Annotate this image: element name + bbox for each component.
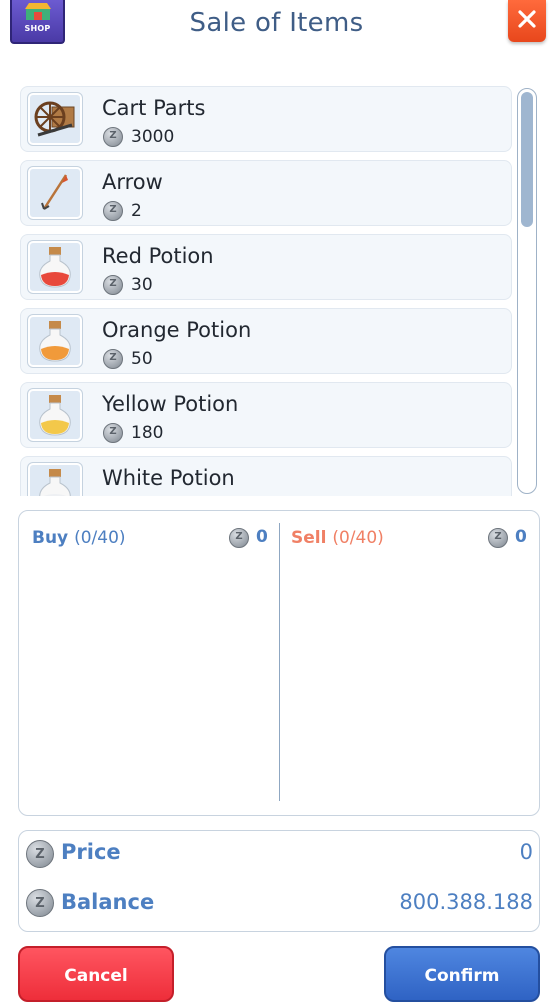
zeny-coin-icon [103, 423, 123, 443]
page-title: Sale of Items [189, 8, 364, 38]
item-list-scrollbar[interactable] [517, 88, 537, 494]
zeny-coin-icon [229, 528, 249, 548]
list-item[interactable]: Yellow Potion 180 [20, 382, 512, 448]
item-price: 180 [131, 423, 164, 443]
cancel-button[interactable]: Cancel [18, 946, 174, 1002]
item-price: 3000 [131, 127, 175, 147]
sell-count: (0/40) [332, 528, 384, 548]
price-value: 0 [519, 840, 533, 864]
confirm-button[interactable]: Confirm [384, 946, 540, 1002]
item-name: White Potion [102, 466, 235, 490]
red-potion-icon [28, 241, 82, 293]
list-item[interactable]: Arrow 2 [20, 160, 512, 226]
item-price: 30 [131, 275, 153, 295]
item-name: Yellow Potion [102, 392, 239, 416]
arrow-icon [28, 167, 82, 219]
item-price: 2 [131, 201, 142, 221]
list-item[interactable]: Red Potion 30 [20, 234, 512, 300]
sell-total: 0 [515, 527, 527, 547]
buy-total: 0 [256, 527, 268, 547]
item-price: 50 [131, 349, 153, 369]
zeny-coin-icon [103, 349, 123, 369]
zeny-coin-icon [103, 275, 123, 295]
balance-value: 800.388.188 [399, 890, 533, 914]
white-potion-icon [28, 463, 82, 496]
item-name: Arrow [102, 170, 163, 194]
item-name: Orange Potion [102, 318, 252, 342]
zeny-coin-icon [26, 889, 54, 917]
cart-parts-icon [28, 93, 82, 145]
close-button[interactable] [508, 0, 546, 42]
list-item[interactable]: Cart Parts 3000 [20, 86, 512, 152]
buy-label: Buy [32, 528, 69, 548]
trade-panel: Buy (0/40) 0 Sell (0/40) 0 [18, 510, 540, 816]
zeny-coin-icon [103, 127, 123, 147]
zeny-coin-icon [488, 528, 508, 548]
price-summary: Price 0 Balance 800.388.188 [18, 830, 540, 932]
item-list: Cart Parts 3000 Arrow 2 Red Potion 30 [20, 86, 516, 496]
buy-header: Buy (0/40) [32, 528, 126, 548]
buy-count: (0/40) [74, 528, 126, 548]
orange-potion-icon [28, 315, 82, 367]
list-item[interactable]: Orange Potion 50 [20, 308, 512, 374]
item-name: Red Potion [102, 244, 214, 268]
trade-divider [279, 523, 280, 801]
yellow-potion-icon [28, 389, 82, 441]
list-item[interactable]: White Potion [20, 456, 512, 496]
balance-label: Balance [61, 890, 155, 914]
item-name: Cart Parts [102, 96, 206, 120]
price-label: Price [61, 840, 121, 864]
close-icon [518, 10, 536, 28]
scrollbar-thumb[interactable] [521, 92, 533, 227]
zeny-coin-icon [26, 840, 54, 868]
sell-label: Sell [291, 528, 327, 548]
sell-header: Sell (0/40) [291, 528, 384, 548]
zeny-coin-icon [103, 201, 123, 221]
